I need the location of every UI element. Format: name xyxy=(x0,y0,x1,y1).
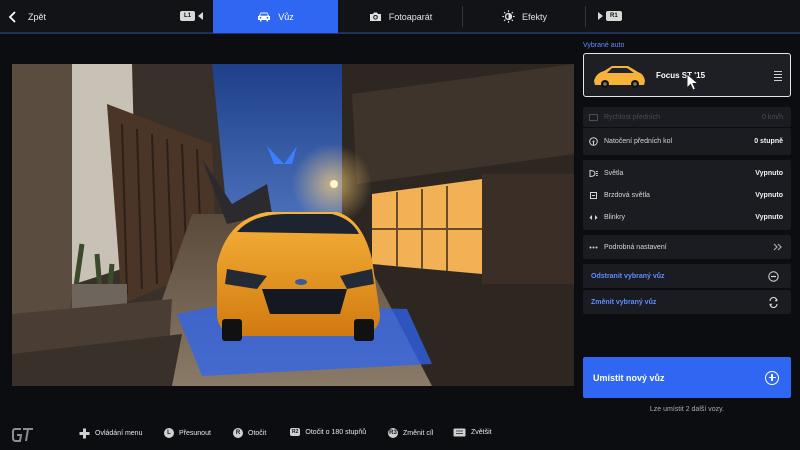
headlights-value: Vypnuto xyxy=(755,169,783,177)
brake-lights-value: Vypnuto xyxy=(755,191,783,199)
remove-selected-car-button[interactable]: Odstranit vybraný vůz xyxy=(583,264,791,288)
hint-move-label: Přesunout xyxy=(179,429,211,437)
touchpad-icon xyxy=(453,428,466,437)
hint-menu-control-label: Ovládání menu xyxy=(95,430,143,437)
brake-lights-row[interactable]: Brzdová světla Vypnuto xyxy=(583,185,791,205)
cursor-arrow-icon xyxy=(686,73,700,91)
brightness-icon xyxy=(502,10,515,23)
headlight-icon xyxy=(589,169,598,178)
dpad-icon xyxy=(79,428,90,439)
brake-lights-label: Brzdová světla xyxy=(604,191,650,199)
back-label: Zpět xyxy=(28,12,47,22)
tab-effects-label: Efekty xyxy=(521,11,547,22)
detailed-settings-row[interactable]: Podrobná nastavení xyxy=(583,235,791,259)
headlights-row[interactable]: Světla Vypnuto xyxy=(583,163,791,183)
hint-zoom-label: Zvětšit xyxy=(471,429,492,436)
photo-scene-viewport[interactable] xyxy=(12,64,574,386)
r1-button-icon: R1 xyxy=(606,11,622,21)
hint-rotate-180: R2 Otočit o 180 stupňů xyxy=(290,428,366,436)
left-stick-icon: L xyxy=(164,428,174,438)
blinker-icon xyxy=(589,213,598,222)
hint-rotate-label: Otočit xyxy=(248,429,267,437)
detailed-settings-label: Podrobná nastavení xyxy=(604,243,667,251)
change-selected-car-button[interactable]: Změnit vybraný vůz xyxy=(583,290,791,314)
front-speed-row: Rychlost předních 0 km/h xyxy=(583,107,791,127)
turn-signals-value: Vypnuto xyxy=(755,213,783,221)
arrow-left-icon xyxy=(198,12,204,20)
place-new-car-label: Umístit nový vůz xyxy=(593,372,665,383)
front-wheel-angle-row[interactable]: Natočení předních kol 0 stupně xyxy=(583,128,791,155)
tab-camera[interactable]: Fotoaparát xyxy=(338,0,463,33)
l1-hint: L1 xyxy=(180,11,204,21)
r2-button-icon: R2 xyxy=(290,428,301,436)
top-bar: Zpět L1 Vůz Fotoaparát Efekty R1 xyxy=(0,0,800,33)
r3-button-icon: R3 xyxy=(388,428,398,438)
headlights-label: Světla xyxy=(604,169,624,177)
r1-hint: R1 xyxy=(598,11,622,21)
turn-signals-row[interactable]: Blinkry Vypnuto xyxy=(583,207,791,227)
speed-icon xyxy=(589,113,598,122)
more-dots-icon xyxy=(589,243,598,252)
front-wheel-angle-value: 0 stupně xyxy=(754,138,783,145)
hint-rotate-180-label: Otočit o 180 stupňů xyxy=(305,428,367,436)
tab-camera-label: Fotoaparát xyxy=(388,11,433,22)
car-thumbnail xyxy=(594,66,645,88)
front-wheel-angle-label: Natočení předních kol xyxy=(604,138,673,145)
gt-logo-icon xyxy=(12,428,33,442)
tab-car[interactable]: Vůz xyxy=(213,0,338,33)
hint-change-target: R3 Změnit cíl xyxy=(388,428,433,438)
tab-effects[interactable]: Efekty xyxy=(463,0,586,33)
menu-icon[interactable] xyxy=(774,71,782,83)
plus-circle-icon xyxy=(765,370,779,385)
hint-change-target-label: Změnit cíl xyxy=(403,429,434,437)
front-speed-value: 0 km/h xyxy=(761,113,783,121)
tab-car-label: Vůz xyxy=(278,11,294,22)
double-chevron-right-icon xyxy=(773,243,782,251)
turn-signals-label: Blinkry xyxy=(604,213,626,221)
swap-icon xyxy=(769,296,778,308)
steering-wheel-icon xyxy=(589,137,598,146)
hint-rotate: R Otočit xyxy=(233,428,266,438)
change-selected-car-label: Změnit vybraný vůz xyxy=(591,298,657,306)
remaining-cars-note: Lze umístit 2 další vozy. xyxy=(649,406,725,413)
tab-underline xyxy=(0,33,800,34)
chevron-left-icon xyxy=(8,11,16,23)
tab-separator xyxy=(585,6,586,27)
hint-menu-control: Ovládání menu xyxy=(79,428,142,439)
hint-zoom: Zvětšit xyxy=(453,428,492,437)
minus-circle-icon xyxy=(768,270,779,282)
alley-scene-image xyxy=(12,64,574,386)
l1-button-icon: L1 xyxy=(180,11,196,21)
hint-move: L Přesunout xyxy=(164,428,211,438)
back-button[interactable]: Zpět xyxy=(8,8,46,26)
arrow-right-icon xyxy=(598,12,603,20)
place-new-car-button[interactable]: Umístit nový vůz xyxy=(583,357,791,398)
car-icon xyxy=(258,12,271,22)
right-stick-icon: R xyxy=(233,428,243,438)
camera-icon xyxy=(369,12,381,21)
selected-car-heading: Vybrané auto xyxy=(583,42,625,49)
remove-selected-car-label: Odstranit vybraný vůz xyxy=(591,272,665,280)
brake-light-icon xyxy=(589,191,598,200)
front-speed-label: Rychlost předních xyxy=(604,113,661,121)
